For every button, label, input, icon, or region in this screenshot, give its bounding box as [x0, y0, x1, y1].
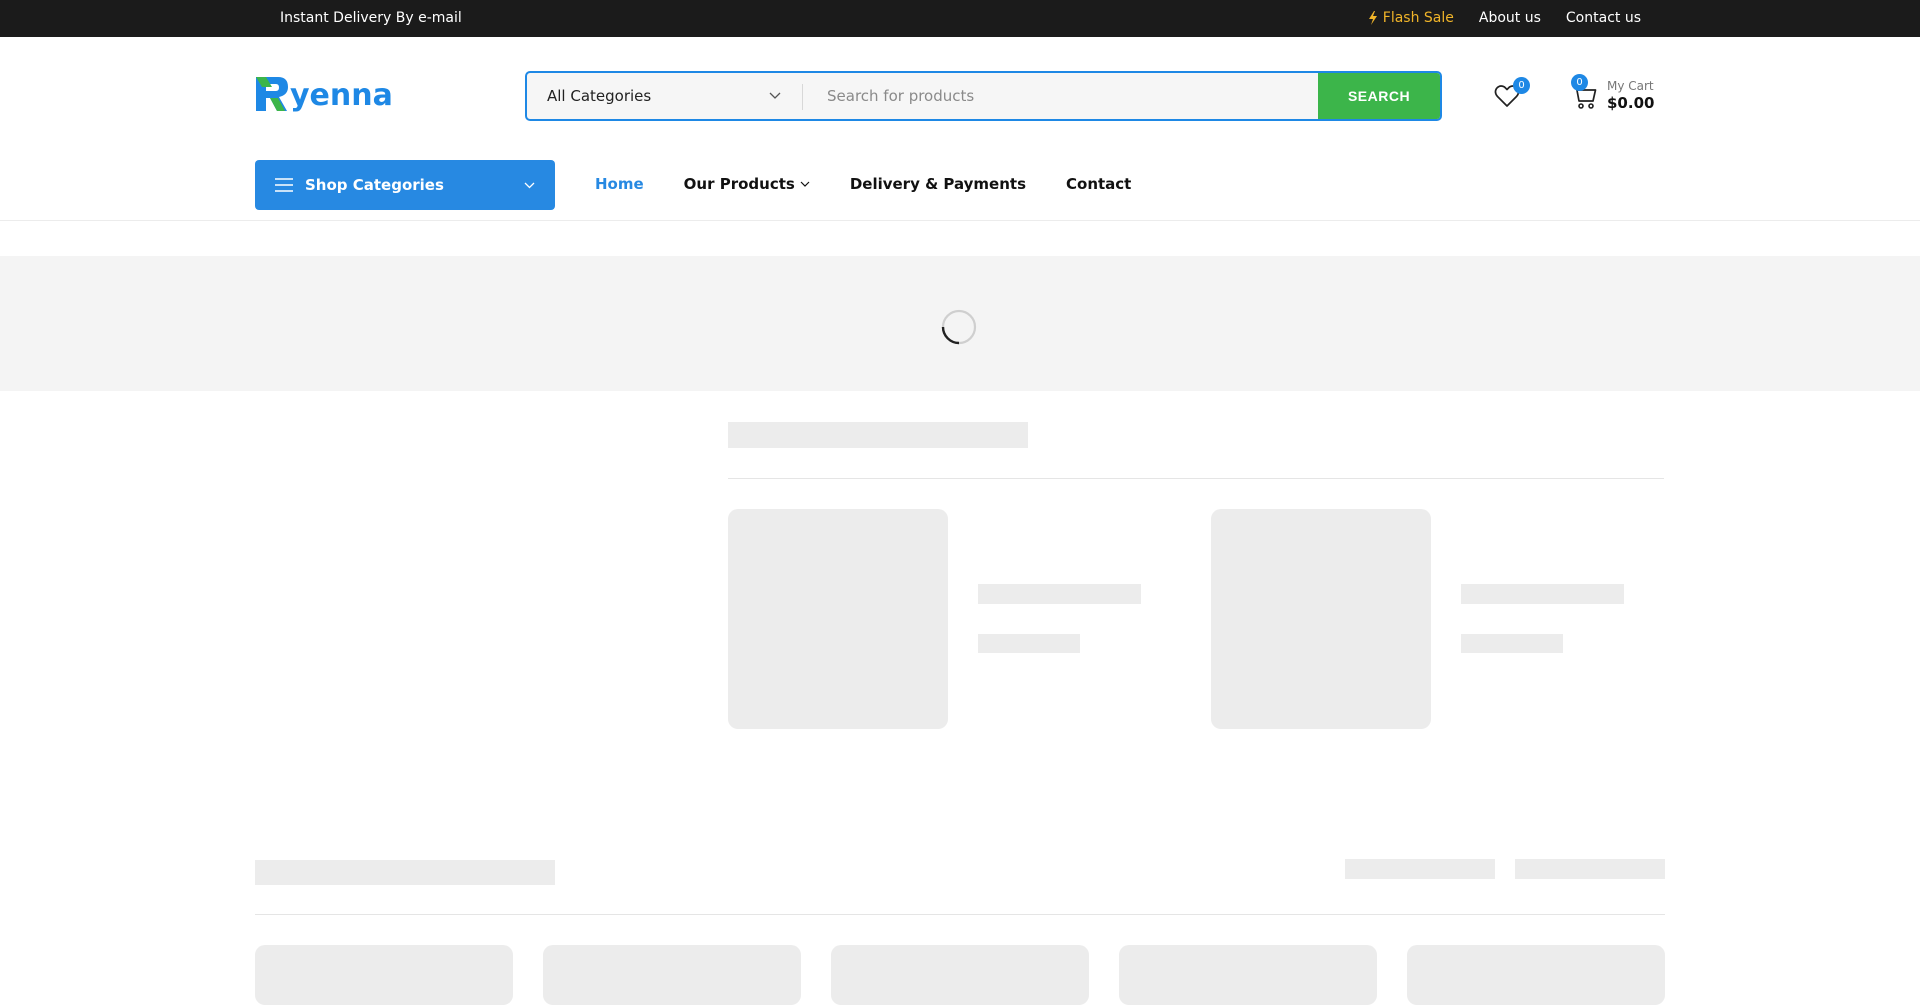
flash-sale-link[interactable]: Flash Sale: [1368, 10, 1454, 26]
main-nav: Home Our Products Delivery & Payments Co…: [595, 175, 1131, 193]
nav-our-products-label: Our Products: [683, 175, 795, 193]
menu-icon: [275, 178, 293, 192]
contact-us-link[interactable]: Contact us: [1566, 10, 1641, 26]
cart-button[interactable]: 0 My Cart $0.00: [1571, 74, 1654, 116]
ryenna-logo: yenna: [256, 77, 393, 113]
header-divider: [0, 220, 1920, 221]
section-divider: [255, 914, 1665, 915]
about-us-link[interactable]: About us: [1479, 10, 1541, 26]
site-logo[interactable]: yenna: [254, 73, 414, 115]
skeleton-product-price: [978, 634, 1080, 653]
chevron-down-icon: [769, 92, 781, 99]
skeleton-product-card: [831, 945, 1089, 1005]
wishlist-button[interactable]: 0: [1494, 77, 1530, 111]
skeleton-product-card: [1119, 945, 1377, 1005]
delivery-promo: Instant Delivery By e-mail: [280, 10, 462, 26]
nav-delivery-payments[interactable]: Delivery & Payments: [850, 175, 1026, 193]
cart-label: My Cart: [1607, 79, 1654, 93]
category-select-value: All Categories: [547, 87, 652, 105]
section-divider: [728, 478, 1664, 479]
top-links: Flash Sale About us Contact us: [1368, 10, 1641, 26]
cart-icon-wrap: 0: [1571, 74, 1597, 110]
nav-contact[interactable]: Contact: [1066, 175, 1131, 193]
skeleton-product-price: [1461, 634, 1563, 653]
skeleton-product-card: [1407, 945, 1665, 1005]
skeleton-product-title: [978, 584, 1141, 604]
skeleton-product-card: [255, 945, 513, 1005]
lightning-icon: [1368, 11, 1377, 25]
cart-count-badge: 0: [1571, 74, 1588, 91]
cart-total: $0.00: [1607, 94, 1655, 112]
skeleton-product-image: [1211, 509, 1431, 729]
flash-sale-label: Flash Sale: [1382, 10, 1454, 26]
search-bar: All Categories SEARCH: [525, 71, 1442, 121]
nav-home[interactable]: Home: [595, 175, 644, 193]
chevron-down-icon: [800, 181, 810, 187]
cart-summary: My Cart $0.00: [1607, 79, 1654, 113]
search-input[interactable]: [803, 73, 1318, 119]
skeleton-section-title: [255, 860, 555, 885]
skeleton-tab: [1345, 859, 1495, 879]
skeleton-product-card: [543, 945, 801, 1005]
wishlist-count-badge: 0: [1513, 77, 1530, 94]
skeleton-product-image: [728, 509, 948, 729]
skeleton-product-title: [1461, 584, 1624, 604]
skeleton-section-title: [728, 422, 1028, 448]
category-select[interactable]: All Categories: [527, 73, 803, 119]
skeleton-tab: [1515, 859, 1665, 879]
loading-spinner-icon: [941, 309, 977, 345]
shop-categories-label: Shop Categories: [305, 176, 444, 194]
chevron-down-icon: [524, 182, 535, 188]
search-button[interactable]: SEARCH: [1318, 73, 1440, 119]
logo-wordmark: yenna: [290, 78, 393, 113]
shop-categories-button[interactable]: Shop Categories: [255, 160, 555, 210]
top-bar: Instant Delivery By e-mail Flash Sale Ab…: [0, 0, 1920, 37]
nav-our-products[interactable]: Our Products: [684, 175, 810, 193]
